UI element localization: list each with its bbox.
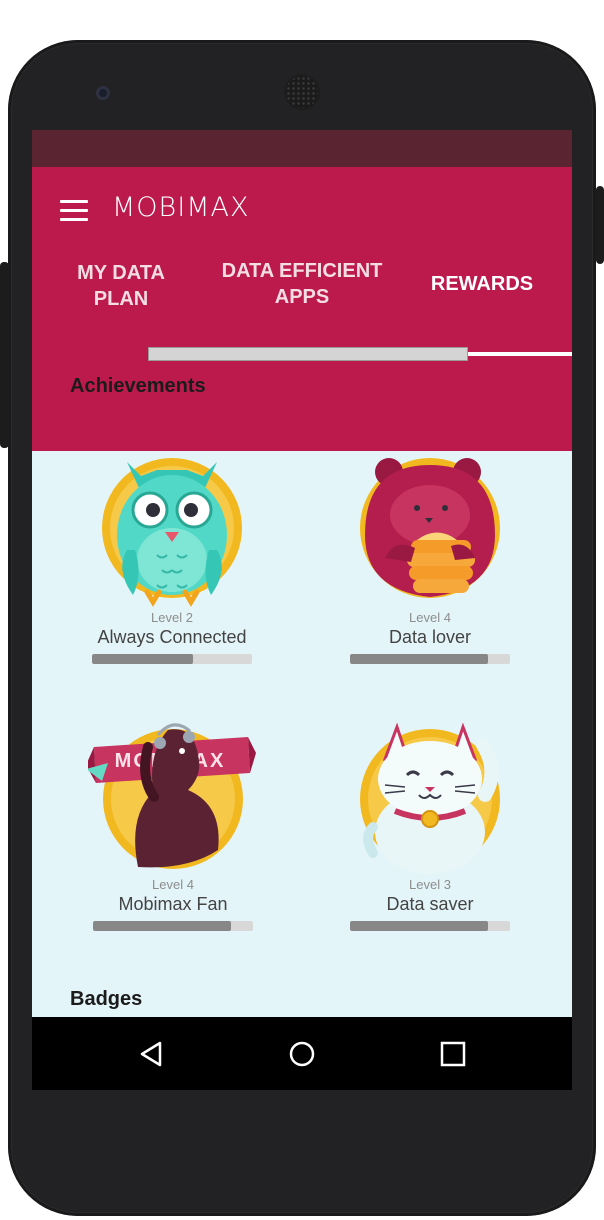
badges-heading: Badges xyxy=(70,988,143,1010)
achievement-level: Level 4 xyxy=(152,877,194,892)
achievement-level: Level 4 xyxy=(409,610,451,625)
earpiece-speaker xyxy=(286,76,318,108)
achievement-progress-bar xyxy=(350,921,510,931)
progress-fill xyxy=(92,654,193,664)
achievement-card[interactable]: Level 3 Data saver xyxy=(320,707,540,931)
tab-label: PLAN xyxy=(93,288,149,310)
achievement-progress-bar xyxy=(93,921,253,931)
lucky-cat-icon xyxy=(360,722,500,874)
system-nav-bar xyxy=(32,1017,572,1090)
status-bar xyxy=(32,130,572,167)
achievement-progress-bar xyxy=(350,654,510,664)
tab-data-efficient-apps[interactable]: DATA EFFICIENT APPS xyxy=(212,258,392,310)
home-icon[interactable] xyxy=(287,1039,317,1069)
hamburger-menu-icon[interactable] xyxy=(60,200,88,222)
recents-icon[interactable] xyxy=(438,1039,468,1069)
back-icon[interactable] xyxy=(136,1039,166,1069)
progress-fill xyxy=(350,654,488,664)
tab-rewards[interactable]: REWARDS xyxy=(392,271,572,297)
app-title: MOBIMAX xyxy=(112,192,250,223)
achievement-name: Data lover xyxy=(388,627,472,647)
achievement-progress-bar xyxy=(92,654,252,664)
achievement-name: Data saver xyxy=(386,894,474,914)
front-camera xyxy=(96,86,110,100)
achievements-heading: Achievements xyxy=(70,375,206,397)
tab-label: APPS xyxy=(274,286,330,308)
achievement-name: Always Connected xyxy=(97,627,247,647)
tab-label: REWARDS xyxy=(430,273,534,295)
screen: MOBIMAX MY DATA PLAN DATA EFFICIENT APPS… xyxy=(32,130,572,1090)
tab-my-data-plan[interactable]: MY DATA PLAN xyxy=(66,260,176,312)
achievement-card[interactable]: Level 2 Always Connected xyxy=(62,440,282,664)
achievement-card[interactable]: MOBIMAX Level 4 Mobimax Fan xyxy=(63,707,283,931)
progress-placeholder xyxy=(148,347,468,361)
rewards-content[interactable]: Achievements Level 2 Always Connected Le… xyxy=(32,320,572,1020)
dog-icon: MOBIMAX xyxy=(88,723,256,869)
tab-label: DATA EFFICIENT xyxy=(221,260,383,282)
power-button xyxy=(596,186,604,264)
achievement-level: Level 2 xyxy=(151,610,193,625)
volume-button xyxy=(0,262,9,448)
bear-icon xyxy=(360,458,500,598)
progress-fill xyxy=(93,921,231,931)
achievement-name: Mobimax Fan xyxy=(118,894,228,914)
achievement-level: Level 3 xyxy=(409,877,451,892)
achievement-card[interactable]: Level 4 Data lover xyxy=(320,440,540,664)
tab-label: MY DATA xyxy=(77,262,165,284)
owl-icon xyxy=(101,458,242,607)
progress-fill xyxy=(350,921,488,931)
